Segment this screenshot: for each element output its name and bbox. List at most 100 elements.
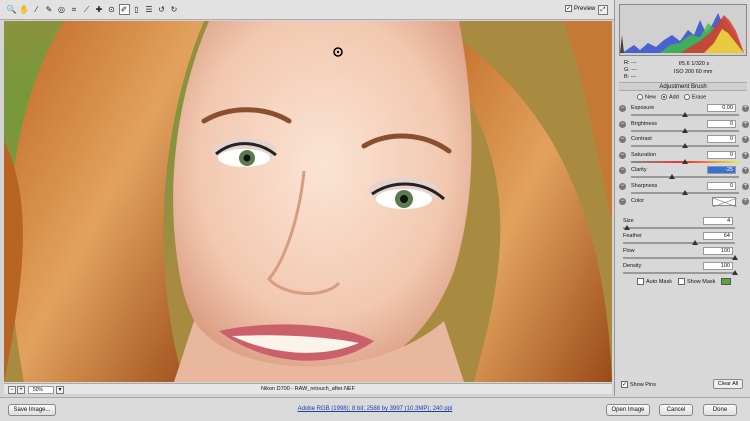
readout-g: G: --- xyxy=(624,67,637,73)
preview-check-icon[interactable]: ✓ xyxy=(565,5,572,12)
brightness-value[interactable]: 0 xyxy=(707,119,736,128)
clarity-plus-icon[interactable]: + xyxy=(742,167,749,175)
exposure-thumb[interactable] xyxy=(682,112,688,117)
mode-add[interactable]: Add xyxy=(661,94,679,100)
size-label: Size xyxy=(623,218,634,224)
clarity-track[interactable] xyxy=(631,176,739,179)
exposure-plus-icon[interactable]: + xyxy=(742,105,749,112)
contrast-thumb[interactable] xyxy=(682,143,688,149)
mode-new-radio[interactable] xyxy=(637,94,643,100)
graduated-filter-icon[interactable]: ▯ xyxy=(131,4,142,15)
targeted-adjustment-icon[interactable]: ◎ xyxy=(56,4,67,15)
brightness-minus-icon[interactable]: − xyxy=(619,120,626,128)
done-button[interactable]: Done xyxy=(703,404,737,416)
contrast-minus-icon[interactable]: − xyxy=(619,136,626,144)
brightness-thumb[interactable] xyxy=(682,127,688,133)
preferences-icon[interactable]: ☰ xyxy=(144,4,155,15)
contrast-value[interactable]: 0 xyxy=(707,135,736,144)
sharpness-minus-icon[interactable]: − xyxy=(619,183,626,190)
brightness-plus-icon[interactable]: + xyxy=(742,120,749,128)
color-minus-icon[interactable]: − xyxy=(619,198,626,205)
mode-new[interactable]: New xyxy=(637,94,656,100)
flow-brush-row: Flow 100 xyxy=(623,247,749,262)
color-sampler-icon[interactable]: ✎ xyxy=(44,4,55,15)
flow-track[interactable] xyxy=(623,257,735,259)
clear-all-button[interactable]: Clear All xyxy=(713,379,743,389)
clarity-minus-icon[interactable]: − xyxy=(619,167,626,175)
adjustment-brush-icon[interactable]: ✐ xyxy=(118,4,130,15)
flow-value[interactable]: 100 xyxy=(703,247,733,255)
exposure-slider-row: − Exposure 0.00 + xyxy=(619,104,749,119)
preview-checkbox[interactable]: ✓ Preview xyxy=(565,5,595,12)
size-track[interactable] xyxy=(623,227,735,229)
auto-mask-checkbox[interactable] xyxy=(637,278,644,285)
density-brush-row: Density 100 xyxy=(623,262,749,277)
saturation-minus-icon[interactable]: − xyxy=(619,151,626,159)
auto-mask-label: Auto Mask xyxy=(646,278,672,285)
histogram xyxy=(619,4,747,56)
show-mask-checkbox[interactable] xyxy=(677,278,685,285)
saturation-plus-icon[interactable]: + xyxy=(742,151,749,159)
exposure-minus-icon[interactable]: − xyxy=(619,105,626,112)
density-value[interactable]: 100 xyxy=(703,262,733,270)
feather-brush-row: Feather 64 xyxy=(623,232,749,247)
preview-label: Preview xyxy=(574,5,596,12)
mask-color-swatch[interactable] xyxy=(721,278,732,285)
fullscreen-icon[interactable]: ⤢ xyxy=(598,5,608,15)
show-mask-option[interactable]: Show Mask xyxy=(677,278,716,285)
aperture-shutter: f/5.6 1/320 s xyxy=(679,61,710,67)
sharpness-value[interactable]: 0 xyxy=(707,182,736,190)
white-balance-icon[interactable]: ⁄ xyxy=(31,4,42,15)
exposure-label: Exposure xyxy=(631,105,655,111)
info-readout: R: --- G: --- B: --- f/5.6 1/320 s ISO 2… xyxy=(619,58,747,80)
spot-removal-icon[interactable]: ✚ xyxy=(94,4,105,15)
saturation-value[interactable]: 0 xyxy=(707,150,736,159)
clarity-value[interactable]: -25 xyxy=(707,166,736,175)
color-plus-icon[interactable]: + xyxy=(742,198,749,205)
sharpness-thumb[interactable] xyxy=(682,190,688,195)
readout-b: B: --- xyxy=(624,74,637,80)
size-value[interactable]: 4 xyxy=(703,217,733,225)
rotate-cw-icon[interactable]: ↻ xyxy=(169,4,180,15)
density-thumb[interactable] xyxy=(732,270,738,275)
contrast-plus-icon[interactable]: + xyxy=(742,136,749,144)
flow-label: Flow xyxy=(623,248,635,254)
mask-options: Auto Mask Show Mask xyxy=(637,278,732,285)
show-pins-option[interactable]: ✓ Show Pins xyxy=(621,381,656,388)
density-label: Density xyxy=(623,263,642,269)
brightness-slider-row: − Brightness 0 + xyxy=(619,119,749,135)
zoom-icon[interactable]: 🔍 xyxy=(6,4,17,15)
auto-mask-option[interactable]: Auto Mask xyxy=(637,278,672,285)
density-track[interactable] xyxy=(623,272,735,274)
image-canvas[interactable] xyxy=(4,21,612,382)
open-image-button[interactable]: Open Image xyxy=(606,404,650,416)
sharpness-plus-icon[interactable]: + xyxy=(742,183,749,190)
adjustment-panel: R: --- G: --- B: --- f/5.6 1/320 s ISO 2… xyxy=(614,0,750,396)
feather-thumb[interactable] xyxy=(691,240,698,245)
mode-add-label: Add xyxy=(669,94,679,101)
show-pins-checkbox[interactable]: ✓ xyxy=(621,381,628,388)
feather-value[interactable]: 64 xyxy=(703,232,733,240)
show-mask-label: Show Mask xyxy=(686,278,716,285)
red-eye-icon[interactable]: ⊙ xyxy=(106,4,117,15)
straighten-icon[interactable]: ⟋ xyxy=(81,4,92,15)
mode-add-radio[interactable] xyxy=(661,94,668,100)
feather-track[interactable] xyxy=(623,242,735,244)
mode-erase-radio[interactable] xyxy=(683,94,690,100)
cancel-button[interactable]: Cancel xyxy=(659,404,693,416)
feather-label: Feather xyxy=(623,233,642,239)
bottom-bar: Save Image... Adobe RGB (1998); 8 bit; 2… xyxy=(0,397,750,421)
hand-icon[interactable]: ✋ xyxy=(19,4,30,15)
clarity-thumb[interactable] xyxy=(669,174,676,180)
flow-thumb[interactable] xyxy=(732,255,738,260)
exposure-value[interactable]: 0.00 xyxy=(707,104,736,112)
rotate-ccw-icon[interactable]: ↺ xyxy=(156,4,167,15)
color-swatch[interactable] xyxy=(712,197,738,208)
size-thumb[interactable] xyxy=(624,225,631,230)
crop-icon[interactable]: ⌗ xyxy=(69,4,80,15)
brightness-label: Brightness xyxy=(631,120,657,127)
mode-erase[interactable]: Erase xyxy=(683,94,706,100)
saturation-thumb[interactable] xyxy=(682,158,688,164)
panel-title: Adjustment Brush xyxy=(619,82,747,91)
saturation-slider-row: − Saturation 0 + xyxy=(619,150,749,166)
